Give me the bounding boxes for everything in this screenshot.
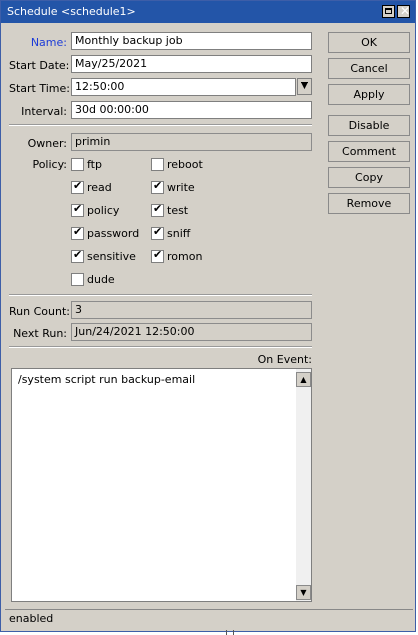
start-date-label: Start Date: [9, 59, 70, 72]
scroll-up-icon[interactable]: ▲ [296, 372, 311, 387]
run-count-label: Run Count: [9, 305, 70, 318]
policy-dude-label: dude [87, 273, 115, 286]
maximize-icon[interactable] [382, 5, 395, 18]
owner-label: Owner: [27, 137, 67, 150]
policy-sensitive-label: sensitive [87, 250, 136, 263]
start-time-label: Start Time: [9, 82, 70, 95]
name-label: Name: [30, 36, 67, 49]
disable-button[interactable]: Disable [328, 115, 410, 136]
name-field[interactable]: Monthly backup job [71, 32, 312, 50]
policy-read-label: read [87, 181, 112, 194]
interval-label: Interval: [21, 105, 67, 118]
policy-policy-label: policy [87, 204, 120, 217]
comment-button[interactable]: Comment [328, 141, 410, 162]
copy-button[interactable]: Copy [328, 167, 410, 188]
window-title: Schedule <schedule1> [7, 5, 136, 18]
policy-test-checkbox[interactable] [151, 202, 164, 217]
policy-label: Policy: [32, 158, 67, 171]
policy-sensitive-checkbox[interactable] [71, 248, 84, 263]
policy-write-label: write [167, 181, 195, 194]
apply-button[interactable]: Apply [328, 84, 410, 105]
policy-read-checkbox[interactable] [71, 179, 84, 194]
policy-romon-label: romon [167, 250, 203, 263]
on-event-label: On Event: [257, 353, 312, 366]
on-event-script-text: /system script run backup-email [18, 373, 196, 386]
vertical-scrollbar[interactable]: ▲ ▼ [296, 369, 311, 601]
policy-ftp-checkbox[interactable] [71, 158, 84, 171]
policy-policy-checkbox[interactable] [71, 202, 84, 217]
run-count-field: 3 [71, 301, 312, 319]
start-time-field[interactable]: 12:50:00 [71, 78, 296, 96]
start-date-field[interactable]: May/25/2021 [71, 55, 312, 73]
policy-reboot-label: reboot [167, 158, 203, 171]
splitter-grip [226, 630, 234, 635]
on-event-textarea[interactable]: /system script run backup-email ▲ ▼ [11, 368, 312, 602]
ok-button[interactable]: OK [328, 32, 410, 53]
policy-write-checkbox[interactable] [151, 179, 164, 194]
close-icon[interactable]: ✕ [397, 4, 410, 18]
policy-password-checkbox[interactable] [71, 225, 84, 240]
cancel-button[interactable]: Cancel [328, 58, 410, 79]
next-run-field: Jun/24/2021 12:50:00 [71, 323, 312, 341]
separator [9, 124, 312, 126]
separator [9, 346, 312, 348]
policy-reboot-checkbox[interactable] [151, 158, 164, 171]
policy-sniff-checkbox[interactable] [151, 225, 164, 240]
remove-button[interactable]: Remove [328, 193, 410, 214]
schedule-window: Schedule <schedule1> ✕ Name: Monthly bac… [0, 0, 416, 632]
owner-field: primin [71, 133, 312, 151]
policy-ftp-label: ftp [87, 158, 102, 171]
policy-test-label: test [167, 204, 189, 217]
policy-dude-checkbox[interactable] [71, 273, 84, 286]
dropdown-arrow-icon[interactable]: ▼ [297, 78, 312, 95]
separator [9, 294, 312, 296]
status-bar: enabled [5, 609, 413, 629]
policy-sniff-label: sniff [167, 227, 191, 240]
policy-password-label: password [87, 227, 140, 240]
title-bar[interactable]: Schedule <schedule1> ✕ [1, 1, 415, 23]
scroll-down-icon[interactable]: ▼ [296, 585, 311, 600]
interval-field[interactable]: 30d 00:00:00 [71, 101, 312, 119]
next-run-label: Next Run: [13, 327, 67, 340]
policy-romon-checkbox[interactable] [151, 248, 164, 263]
